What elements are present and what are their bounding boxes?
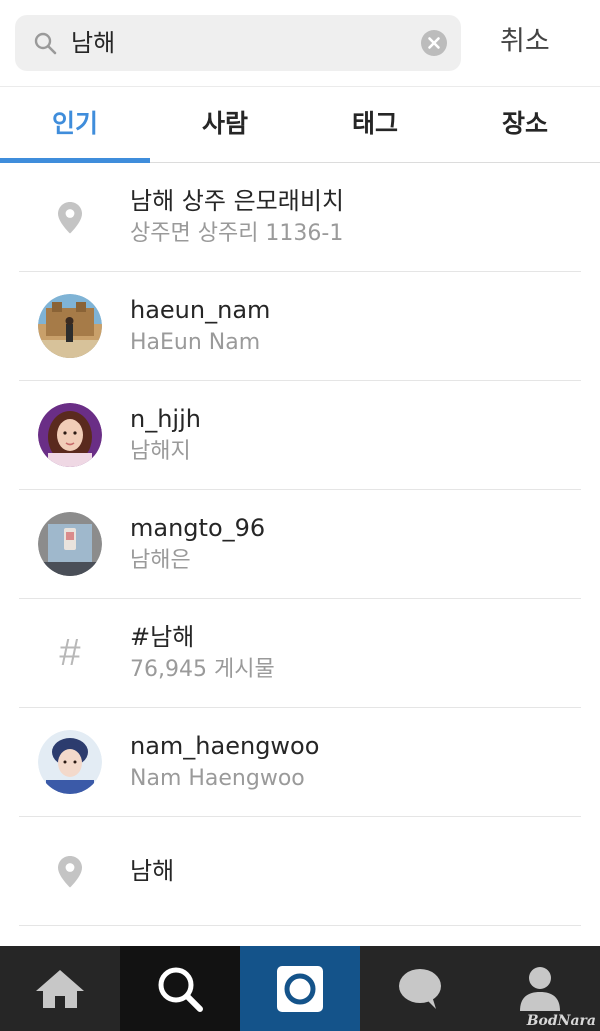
nav-home[interactable] [0,946,120,1031]
result-title: haeun_nam [130,296,271,324]
list-item[interactable]: haeun_nam HaEun Nam [0,272,600,381]
cancel-button[interactable]: 취소 [500,24,550,60]
search-input[interactable]: 남해 [71,28,115,58]
search-icon [158,967,203,1012]
location-pin-icon [58,202,82,234]
result-title: nam_haengwoo [130,732,320,760]
avatar [38,512,102,576]
home-icon [36,969,84,1008]
nav-camera[interactable] [240,946,360,1031]
result-title: n_hjjh [130,405,201,433]
result-title: 남해 [130,857,175,885]
result-subtitle: HaEun Nam [130,330,261,355]
search-header: 남해 취소 [0,0,600,86]
divider [19,925,581,926]
list-item[interactable]: mangto_96 남해은 [0,490,600,599]
nav-activity[interactable] [360,946,480,1031]
avatar [38,730,102,794]
list-item[interactable]: 남해 [0,817,600,926]
result-title: #남해 [130,623,195,651]
avatar [38,403,102,467]
tab-tags[interactable]: 태그 [300,87,450,163]
nav-search[interactable] [120,946,240,1031]
result-subtitle: 남해지 [130,439,191,464]
watermark: BodNara [526,1013,596,1029]
avatar [38,294,102,358]
result-subtitle: 76,945 게시물 [130,657,275,682]
bottom-nav: BodNara [0,946,600,1031]
result-subtitle: 남해은 [130,548,191,573]
profile-icon [520,966,560,1011]
result-title: mangto_96 [130,514,266,542]
result-subtitle: 상주면 상주리 1136-1 [130,221,344,246]
list-item[interactable]: 남해 상주 은모래비치 상주면 상주리 1136-1 [0,163,600,272]
activity-bubble-icon [399,968,441,1009]
search-icon [34,32,57,55]
search-box[interactable]: 남해 [15,15,461,71]
list-item[interactable]: nam_haengwoo Nam Haengwoo [0,708,600,817]
tab-places[interactable]: 장소 [450,87,600,163]
camera-icon [277,965,323,1012]
tab-people[interactable]: 사람 [150,87,300,163]
search-tabs: 인기 사람 태그 장소 [0,86,600,163]
list-item[interactable]: # #남해 76,945 게시물 [0,599,600,708]
result-subtitle: Nam Haengwoo [130,766,305,791]
location-pin-icon [58,856,82,888]
list-item[interactable]: n_hjjh 남해지 [0,381,600,490]
clear-icon[interactable] [421,30,447,56]
hashtag-icon: # [59,632,81,674]
result-title: 남해 상주 은모래비치 [130,187,344,215]
tab-top[interactable]: 인기 [0,87,150,163]
